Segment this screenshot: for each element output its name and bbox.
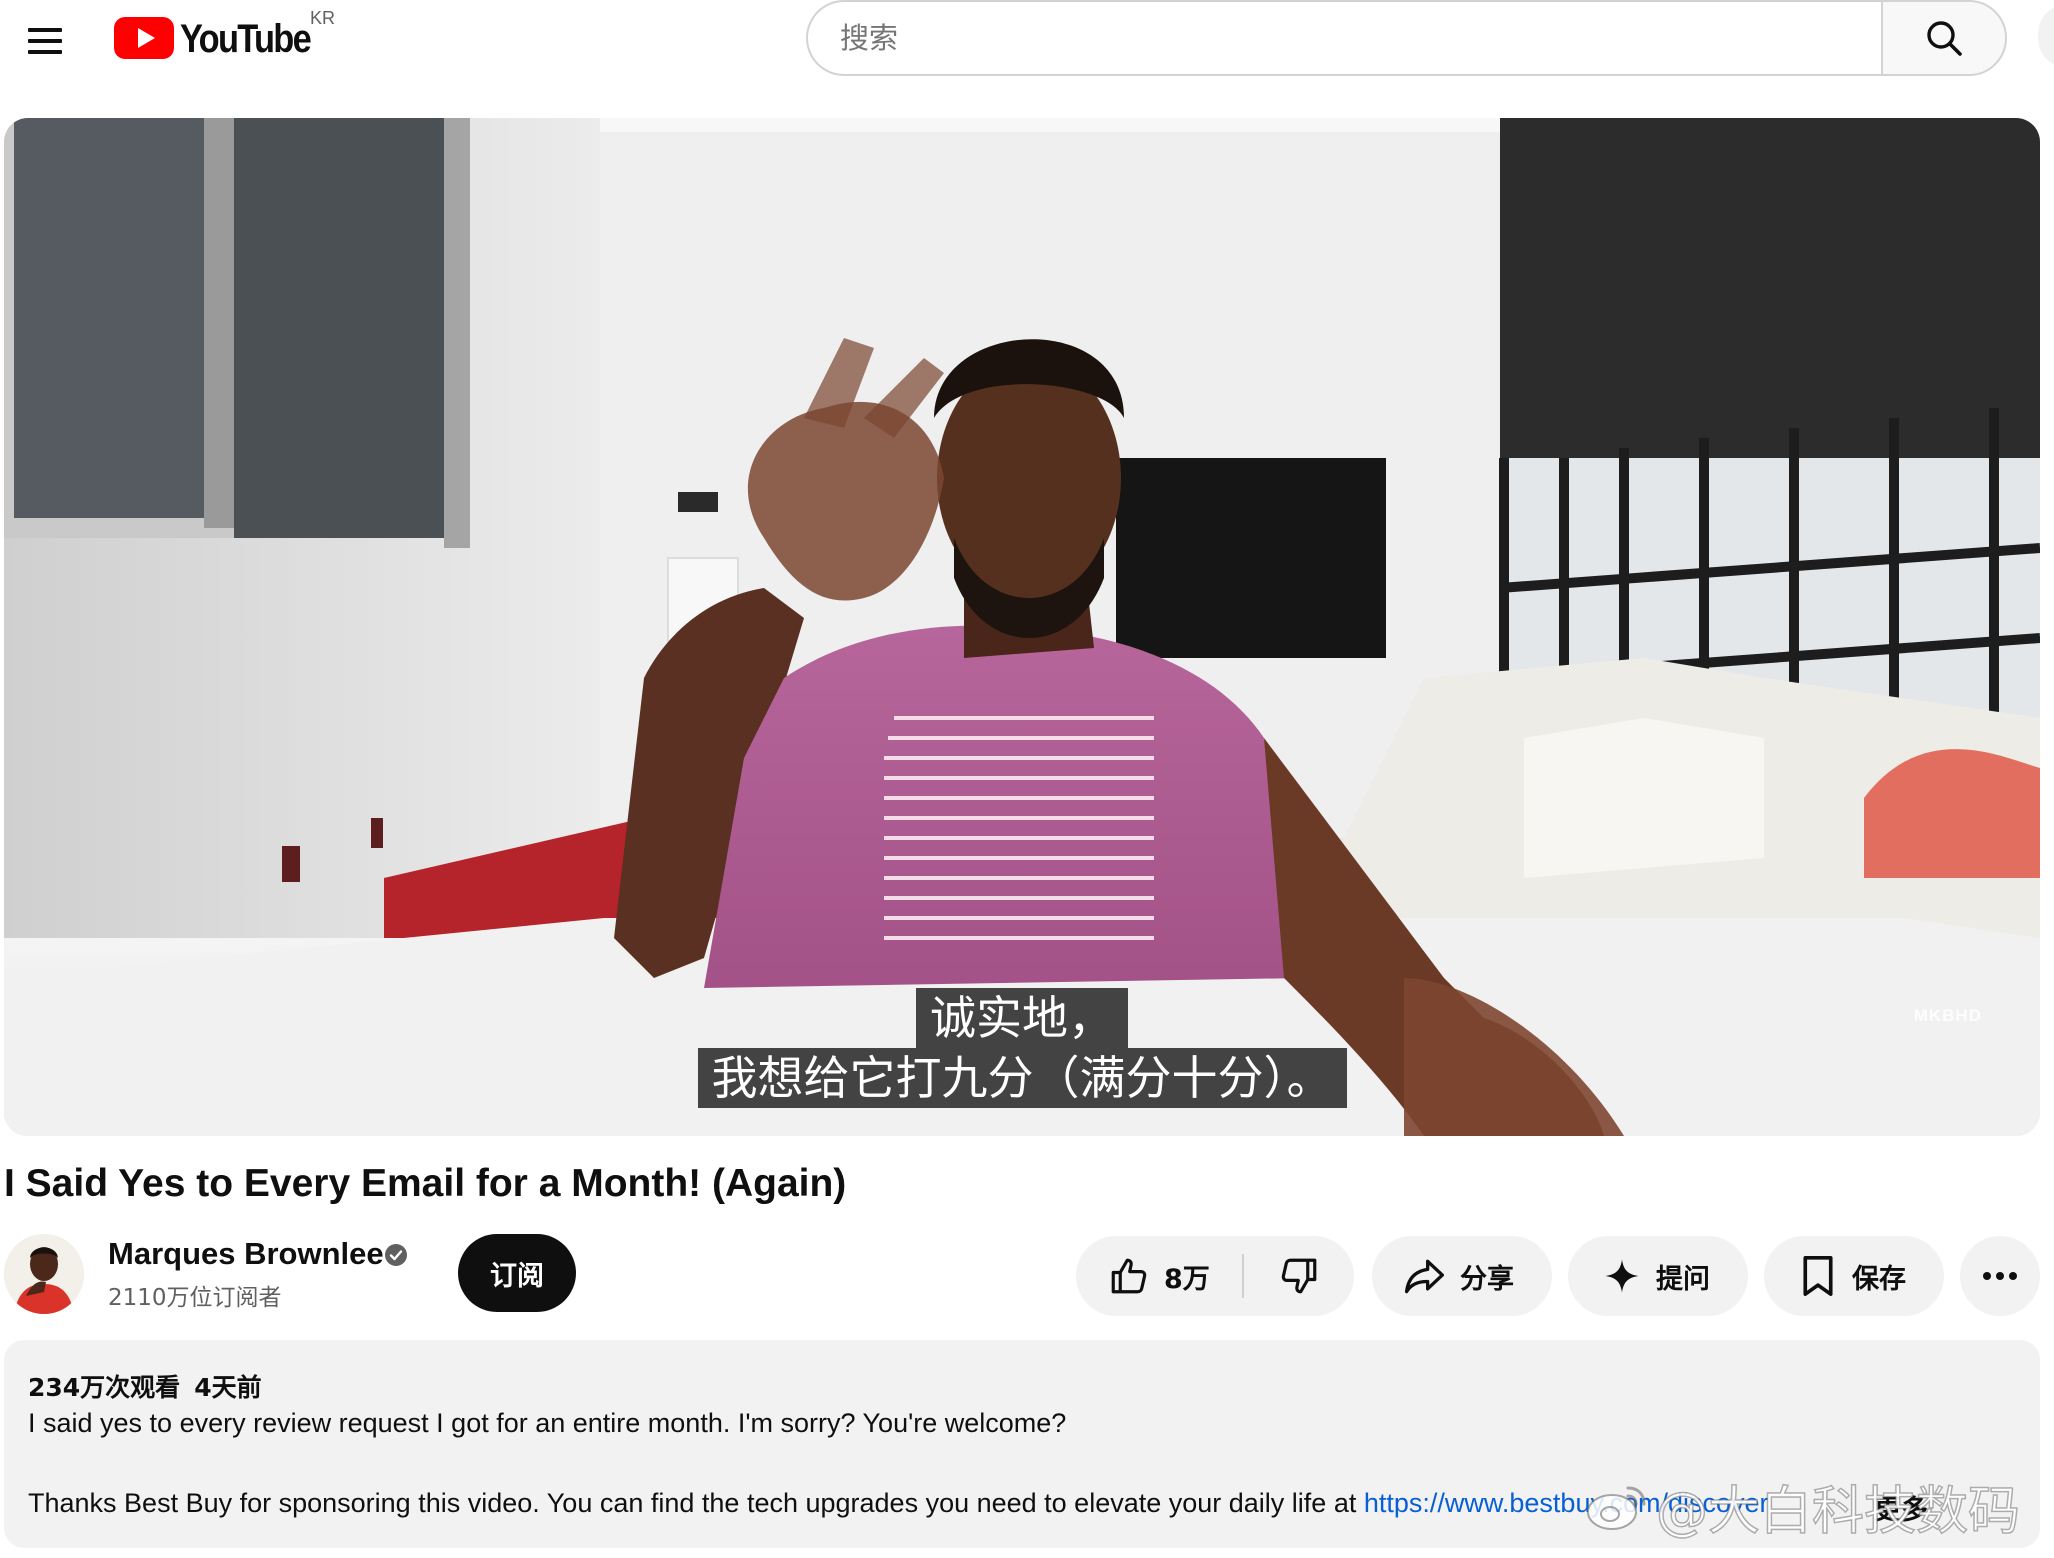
search-input[interactable] xyxy=(840,21,1881,55)
voice-search-button[interactable] xyxy=(2038,4,2054,68)
more-actions-button[interactable] xyxy=(1960,1236,2040,1316)
subscriber-count: 2110万位订阅者 xyxy=(108,1285,282,1311)
description-box[interactable]: 234万次观看 4天前 I said yes to every review re… xyxy=(4,1340,2040,1548)
subscribe-button[interactable]: 订阅 xyxy=(458,1234,576,1312)
sparkle-icon xyxy=(1605,1259,1639,1293)
share-arrow-icon xyxy=(1404,1259,1444,1294)
subtitle-line: 我想给它打九分（满分十分）。 xyxy=(697,1048,1347,1108)
video-player[interactable]: MKBHD 诚实地， 我想给它打九分（满分十分）。 xyxy=(4,118,2040,1136)
thumbs-down-icon xyxy=(1281,1258,1317,1294)
bookmark-icon xyxy=(1803,1256,1833,1296)
share-button[interactable]: 分享 xyxy=(1372,1236,1552,1316)
description-link[interactable]: https://www.bestbuy.com/discover xyxy=(1364,1488,1769,1518)
channel-avatar[interactable] xyxy=(4,1234,84,1314)
more-horizontal-icon xyxy=(1983,1272,2017,1280)
country-code: KR xyxy=(310,8,336,28)
like-dislike-group: 8万 xyxy=(1076,1236,1354,1316)
channel-name[interactable]: Marques Brownlee xyxy=(108,1236,384,1272)
save-label: 保存 xyxy=(1852,1263,1906,1295)
share-label: 分享 xyxy=(1460,1263,1514,1295)
like-count: 8万 xyxy=(1164,1263,1210,1295)
search-box[interactable] xyxy=(806,0,1881,76)
logo-wordmark: YouTube xyxy=(180,16,312,61)
dislike-button[interactable] xyxy=(1244,1236,1354,1316)
menu-icon[interactable] xyxy=(18,14,72,68)
search-bar xyxy=(806,0,2007,78)
ask-label: 提问 xyxy=(1656,1263,1710,1295)
search-icon xyxy=(1927,21,1962,56)
avatar-image xyxy=(4,1234,84,1314)
masthead: YouTube KR xyxy=(0,0,2054,78)
verified-badge-icon xyxy=(385,1244,407,1266)
description-sponsor-line: Thanks Best Buy for sponsoring this vide… xyxy=(28,1488,1898,1519)
description-text: I said yes to every review request I got… xyxy=(28,1408,1067,1438)
thumbs-up-icon xyxy=(1111,1258,1147,1294)
video-frame xyxy=(4,118,2040,1136)
save-button[interactable]: 保存 xyxy=(1764,1236,1944,1316)
youtube-logo[interactable]: YouTube xyxy=(114,16,331,61)
video-title: I Said Yes to Every Email for a Month! (… xyxy=(4,1162,847,1205)
view-count: 234万次观看 xyxy=(28,1373,181,1402)
ask-button[interactable]: 提问 xyxy=(1568,1236,1748,1316)
subtitles: 诚实地， 我想给它打九分（满分十分）。 xyxy=(4,988,2040,1108)
show-more-button[interactable]: 更多 xyxy=(1874,1488,1928,1527)
description-meta: 234万次观看 4天前 xyxy=(28,1368,262,1404)
publish-date: 4天前 xyxy=(194,1373,262,1402)
search-button[interactable] xyxy=(1881,0,2007,76)
description-sponsor-text: Thanks Best Buy for sponsoring this vide… xyxy=(28,1488,1364,1518)
like-button[interactable]: 8万 xyxy=(1076,1236,1242,1316)
youtube-play-icon xyxy=(114,17,174,59)
subtitle-line: 诚实地， xyxy=(916,988,1128,1048)
